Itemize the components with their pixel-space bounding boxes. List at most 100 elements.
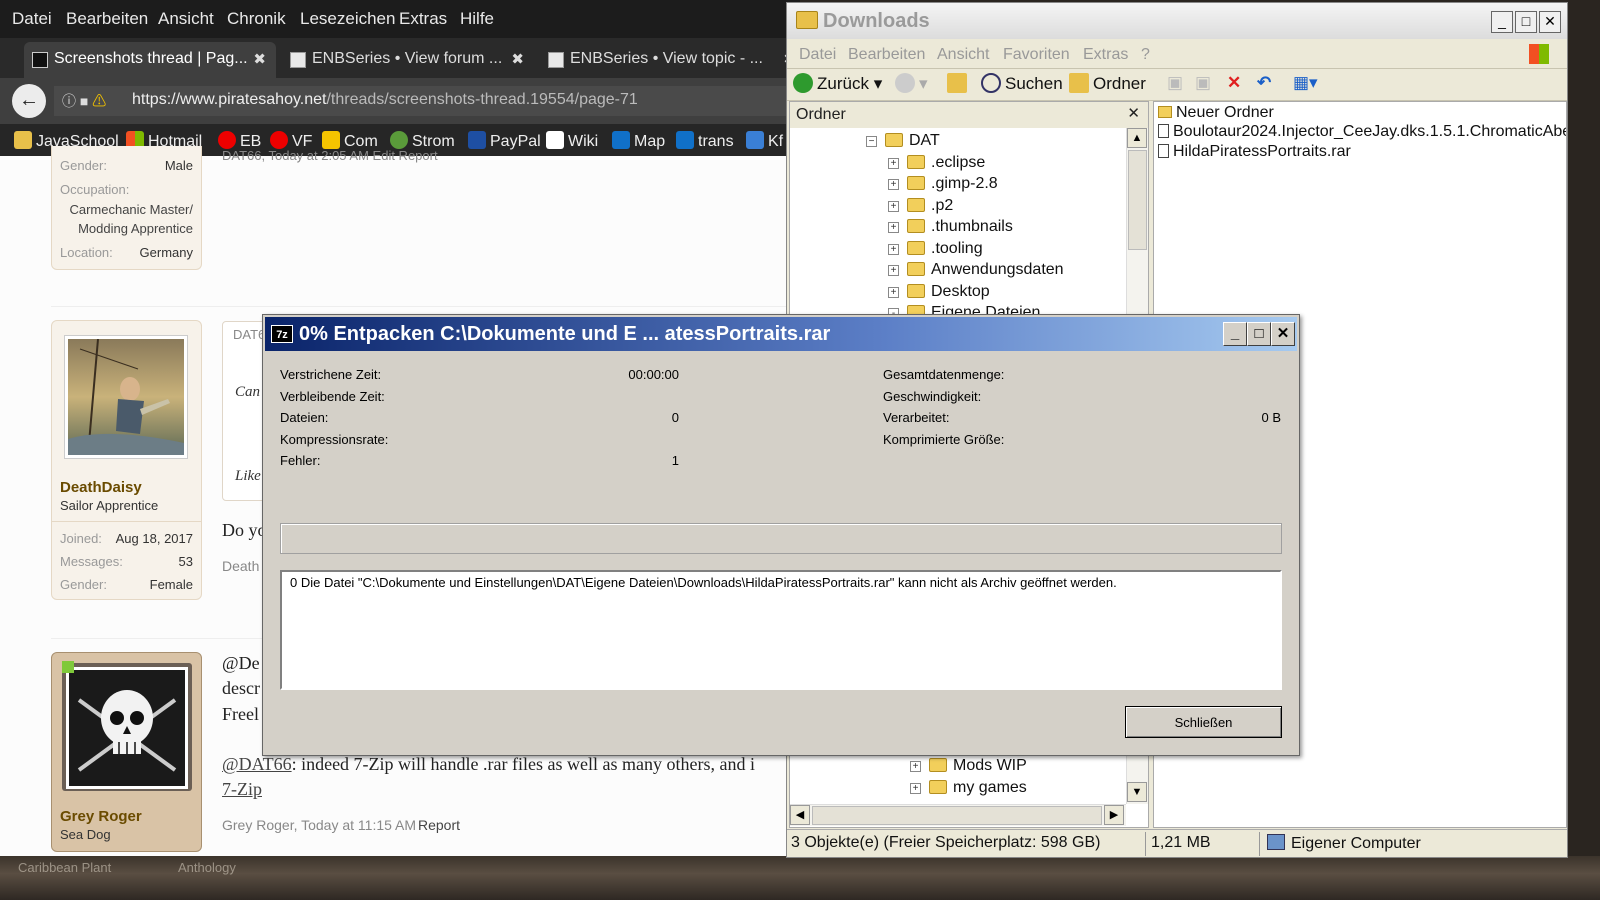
close-button[interactable]: Schließen <box>1125 706 1282 738</box>
user-mention-link[interactable]: @DAT66 <box>222 754 292 774</box>
bookmark-wiki[interactable]: Wiki <box>546 131 598 151</box>
menu-chronik[interactable]: Chronik <box>227 9 286 29</box>
bookmark-trans[interactable]: trans <box>676 131 734 151</box>
expand-icon[interactable]: + <box>888 265 899 276</box>
menu-lesezeichen[interactable]: Lesezeichen <box>300 9 395 29</box>
scroll-thumb[interactable] <box>1128 150 1147 250</box>
expand-icon[interactable]: + <box>910 761 921 772</box>
close-icon[interactable]: ✕ <box>1271 322 1295 346</box>
menu-ansicht[interactable]: Ansicht <box>158 9 214 29</box>
expand-icon[interactable]: + <box>910 783 921 794</box>
bookmark-map[interactable]: Map <box>612 131 665 151</box>
folder-icon <box>929 780 947 794</box>
avatar[interactable] <box>64 335 188 459</box>
expand-icon[interactable]: + <box>888 179 899 190</box>
minimize-icon[interactable]: _ <box>1223 322 1247 346</box>
folder-icon <box>907 241 925 255</box>
menu-ansicht[interactable]: Ansicht <box>937 46 989 64</box>
horizontal-scrollbar[interactable]: ◀ ▶ <box>790 804 1126 826</box>
expand-icon[interactable]: + <box>888 201 899 212</box>
file-item[interactable]: Boulotaur2024.Injector_CeeJay.dks.1.5.1.… <box>1158 123 1566 141</box>
expand-icon[interactable]: + <box>888 158 899 169</box>
tree-item-tooling[interactable]: + .tooling <box>888 240 983 258</box>
seven-zip-link[interactable]: 7-Zip <box>222 779 262 799</box>
maximize-icon[interactable]: □ <box>1515 11 1537 33</box>
user-name[interactable]: Grey Roger <box>60 808 142 825</box>
tab-close-icon[interactable]: ✖ <box>253 50 266 68</box>
stat-label-remaining: Verbleibende Zeit: <box>280 389 385 404</box>
info-occupation-value: Carmechanic Master/ <box>69 202 193 217</box>
move-to-icon[interactable]: ▣ <box>1167 73 1183 93</box>
pane-header: Ordner ✕ <box>790 102 1148 128</box>
avatar[interactable] <box>66 667 188 789</box>
tree-item-thumbnails[interactable]: + .thumbnails <box>888 218 1013 236</box>
post-meta[interactable]: Grey Roger, Today at 11:15 AM <box>222 817 416 833</box>
report-link[interactable]: Report <box>418 817 460 833</box>
forward-button[interactable]: ▾ <box>895 73 928 94</box>
tree-item-anwendungsdaten[interactable]: + Anwendungsdaten <box>888 261 1064 279</box>
menu-datei[interactable]: Datei <box>799 46 836 64</box>
dialog-title-bar[interactable]: 7z 0% Entpacken C:\Dokumente und E ... a… <box>265 317 1297 351</box>
quote-author[interactable]: DAT6 <box>233 327 265 342</box>
site-info-icon[interactable]: ⓘ ■ ⚠ <box>62 91 106 111</box>
menu-favoriten[interactable]: Favoriten <box>1003 46 1070 64</box>
tab-screenshots-thread[interactable]: Screenshots thread | Pag... ✖ <box>24 42 276 78</box>
expand-icon[interactable]: + <box>888 287 899 298</box>
back-button[interactable]: Zurück ▾ <box>793 73 882 94</box>
tree-item-dat[interactable]: − DAT <box>866 132 940 150</box>
close-icon[interactable]: ✕ <box>1127 104 1140 122</box>
scroll-up-icon[interactable]: ▲ <box>1127 128 1147 148</box>
scroll-thumb[interactable] <box>812 806 1102 825</box>
scroll-right-icon[interactable]: ▶ <box>1104 805 1124 825</box>
menu-extras[interactable]: Extras <box>1083 46 1128 64</box>
expand-icon[interactable]: + <box>888 222 899 233</box>
scroll-left-icon[interactable]: ◀ <box>790 805 810 825</box>
menu-bearbeiten[interactable]: Bearbeiten <box>66 9 148 29</box>
tab-label: Screenshots thread | Pag... <box>54 50 248 67</box>
menu-hilfe[interactable]: Hilfe <box>460 9 494 29</box>
close-icon[interactable]: ✕ <box>1539 11 1561 33</box>
post-text: Freel <box>222 704 259 724</box>
menu-help[interactable]: ? <box>1141 46 1150 64</box>
progress-bar <box>280 523 1282 554</box>
copy-to-icon[interactable]: ▣ <box>1195 73 1211 93</box>
menu-bearbeiten[interactable]: Bearbeiten <box>848 46 925 64</box>
expand-icon[interactable]: + <box>888 244 899 255</box>
tree-item-gimp[interactable]: + .gimp-2.8 <box>888 175 998 193</box>
up-folder-icon[interactable] <box>947 73 971 94</box>
collapse-icon[interactable]: − <box>866 136 877 147</box>
folders-button[interactable]: Ordner <box>1069 73 1146 94</box>
bookmark-kf[interactable]: Kf <box>746 131 783 151</box>
menu-extras[interactable]: Extras <box>399 9 447 29</box>
tree-item-mods-wip[interactable]: + Mods WIP <box>910 757 1027 775</box>
tree-item-desktop[interactable]: + Desktop <box>888 283 990 301</box>
desktop-icon-label[interactable]: Anthology <box>178 860 236 875</box>
tab-close-icon[interactable]: ✖ <box>511 50 524 68</box>
desktop-icon-label[interactable]: Caribbean Plant <box>18 860 111 875</box>
maximize-icon[interactable]: □ <box>1247 322 1271 346</box>
info-divider <box>52 521 201 522</box>
undo-icon[interactable]: ↶ <box>1257 73 1271 93</box>
tab-enb-forum[interactable]: ENBSeries • View forum ... ✖ <box>282 42 534 78</box>
info-occupation-label: Occupation: <box>60 182 130 197</box>
error-message-list[interactable]: 0 Die Datei "C:\Dokumente und Einstellun… <box>280 570 1282 690</box>
tree-item-p2[interactable]: + .p2 <box>888 197 953 215</box>
file-item-folder[interactable]: Neuer Ordner <box>1158 104 1274 122</box>
user-name[interactable]: DeathDaisy <box>60 479 142 496</box>
tab-enb-topic[interactable]: ENBSeries • View topic - ... ✖ <box>540 42 800 78</box>
address-bar[interactable]: https://www.piratesahoy.net/threads/scre… <box>54 86 800 116</box>
file-item-rar[interactable]: HildaPiratessPortraits.rar <box>1158 143 1351 161</box>
search-button[interactable]: Suchen <box>981 73 1063 94</box>
tree-item-my-games[interactable]: + my games <box>910 779 1027 797</box>
scroll-down-icon[interactable]: ▼ <box>1127 782 1147 802</box>
status-bar: 3 Objekte(e) (Freier Speicherplatz: 598 … <box>787 829 1567 857</box>
delete-icon[interactable]: ✕ <box>1227 73 1241 93</box>
post-text: @De <box>222 653 260 673</box>
tree-item-eclipse[interactable]: + .eclipse <box>888 154 985 172</box>
minimize-icon[interactable]: _ <box>1491 11 1513 33</box>
bookmark-paypal[interactable]: PayPal <box>468 131 541 151</box>
explorer-title-bar[interactable]: Downloads _ □ ✕ <box>787 3 1567 39</box>
back-arrow-icon[interactable]: ← <box>12 84 46 118</box>
menu-datei[interactable]: Datei <box>12 9 52 29</box>
view-icon[interactable]: ▦▾ <box>1293 73 1318 93</box>
